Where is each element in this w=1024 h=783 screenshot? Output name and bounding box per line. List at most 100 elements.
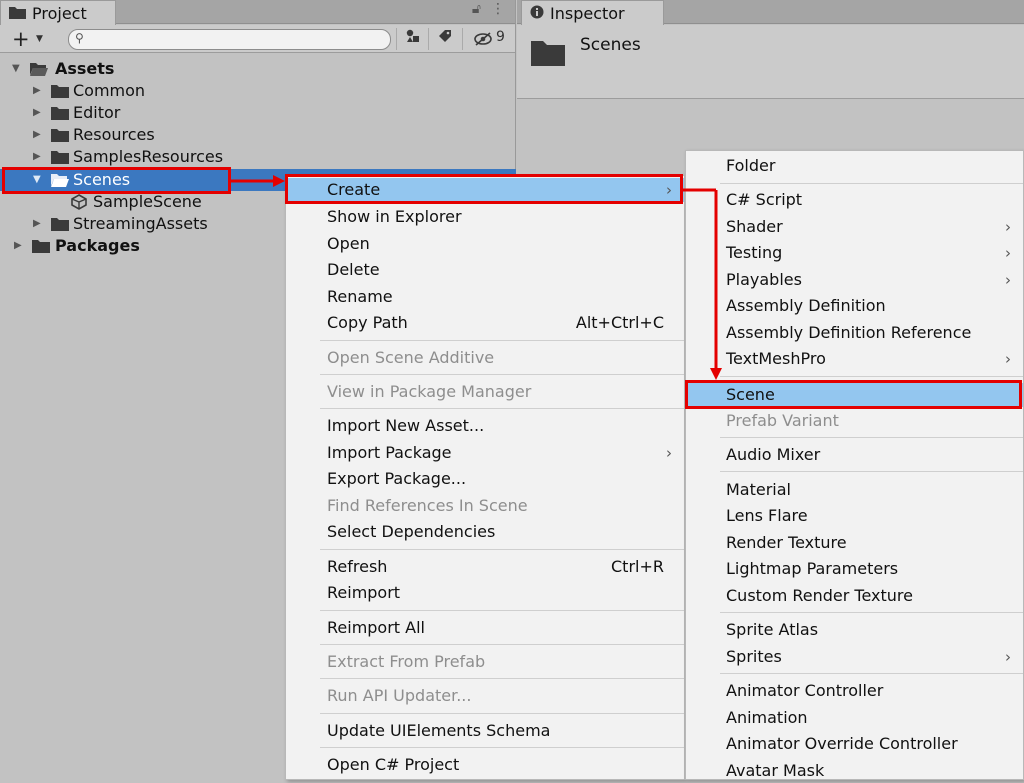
tree-item-resources[interactable]: ▶ Resources [0,124,516,146]
submenu-item-lightmap-parameters[interactable]: Lightmap Parameters [686,557,1023,581]
menu-item-select-dependencies[interactable]: Select Dependencies [286,520,684,544]
menu-item-label: Material [726,480,791,499]
folder-icon [51,128,69,142]
submenu-item-sprite-atlas[interactable]: Sprite Atlas [686,618,1023,642]
menu-item-label: Assembly Definition Reference [726,323,972,342]
chevron-down-icon[interactable]: ▼ [36,34,43,44]
submenu-item-csharp-script[interactable]: C# Script [686,188,1023,212]
menu-item-label: Run API Updater... [327,686,472,705]
expand-arrow-icon[interactable]: ▶ [33,102,41,124]
menu-item-label: C# Script [726,190,803,209]
menu-item-open-csharp-project[interactable]: Open C# Project [286,753,684,777]
menu-item-update-uielements-schema[interactable]: Update UIElements Schema [286,719,684,743]
tab-project[interactable]: Project [0,0,116,25]
menu-separator [320,374,684,375]
submenu-item-lens-flare[interactable]: Lens Flare [686,504,1023,528]
tag-icon [438,30,451,42]
tree-item-samplesresources[interactable]: ▶ SamplesResources [0,146,516,168]
menu-item-label: Export Package... [327,469,467,488]
menu-item-label: Import New Asset... [327,416,485,435]
more-options-icon[interactable]: ⋮ [491,1,505,17]
hidden-packages-toggle[interactable] [462,28,514,50]
tree-label: SamplesResources [73,147,224,166]
inspector-tab-bar: Inspector [517,0,1024,25]
menu-item-label: Animation [726,708,808,727]
add-asset-button[interactable]: + [12,27,30,51]
submenu-item-animator-override-controller[interactable]: Animator Override Controller [686,732,1023,756]
menu-item-copy-path[interactable]: Copy Path Alt+Ctrl+C [286,311,684,335]
submenu-item-shader[interactable]: Shader › [686,215,1023,239]
tree-label: Common [73,81,146,100]
expand-arrow-icon[interactable]: ▶ [14,235,22,257]
folder-icon [531,39,565,70]
create-submenu: Folder C# Script Shader › Testing › Play… [685,150,1024,780]
menu-item-shortcut: Alt+Ctrl+C [575,313,664,332]
menu-separator [320,713,684,714]
folder-icon [32,239,50,253]
menu-item-label: TextMeshPro [726,349,826,368]
annotation-box-scenes [2,167,231,194]
expand-arrow-icon[interactable]: ▶ [33,146,41,168]
tree-item-editor[interactable]: ▶ Editor [0,102,516,124]
menu-item-label: Folder [726,156,776,175]
menu-item-label: Update UIElements Schema [327,721,551,740]
menu-item-import-package[interactable]: Import Package › [286,441,684,465]
menu-item-export-package[interactable]: Export Package... [286,467,684,491]
search-by-label-button[interactable] [428,28,460,50]
menu-item-label: Lens Flare [726,506,808,525]
submenu-item-playables[interactable]: Playables › [686,268,1023,292]
submenu-item-render-texture[interactable]: Render Texture [686,531,1023,555]
lock-icon[interactable]: 🔓︎ [472,1,481,17]
menu-item-label: Prefab Variant [726,411,839,430]
tree-item-common[interactable]: ▶ Common [0,80,516,102]
submenu-item-assembly-definition-reference[interactable]: Assembly Definition Reference [686,321,1023,345]
submenu-item-avatar-mask[interactable]: Avatar Mask [686,759,1023,783]
submenu-item-animation[interactable]: Animation [686,706,1023,730]
tab-project-label: Project [32,3,87,23]
inspector-header: Scenes [517,25,1024,99]
project-tab-bar: Project 🔓︎ ⋮ [0,0,515,25]
tab-inspector[interactable]: Inspector [521,0,664,25]
submenu-item-custom-render-texture[interactable]: Custom Render Texture [686,584,1023,608]
submenu-item-animator-controller[interactable]: Animator Controller [686,679,1023,703]
expand-arrow-icon[interactable]: ▶ [33,80,41,102]
menu-item-label: Delete [327,260,380,279]
submenu-item-testing[interactable]: Testing › [686,241,1023,265]
search-by-type-button[interactable] [396,28,428,50]
menu-separator [320,644,684,645]
menu-item-import-new-asset[interactable]: Import New Asset... [286,414,684,438]
menu-separator [320,408,684,409]
menu-item-open[interactable]: Open [286,232,684,256]
submenu-item-folder[interactable]: Folder [686,154,1023,178]
submenu-item-material[interactable]: Material [686,478,1023,502]
tree-label: Editor [73,103,121,122]
menu-item-label: Reimport All [327,618,425,637]
menu-item-show-in-explorer[interactable]: Show in Explorer [286,205,684,229]
menu-item-delete[interactable]: Delete [286,258,684,282]
menu-separator [320,549,684,550]
menu-item-reimport-all[interactable]: Reimport All [286,616,684,640]
chevron-right-icon: › [1005,648,1011,666]
submenu-item-audio-mixer[interactable]: Audio Mixer [686,443,1023,467]
tree-item-assets[interactable]: ▼ Assets [0,58,516,80]
menu-item-shortcut: Ctrl+R [611,557,664,576]
menu-item-rename[interactable]: Rename [286,285,684,309]
expand-arrow-icon[interactable]: ▶ [33,213,41,235]
chevron-right-icon: › [1005,271,1011,289]
menu-item-label: Refresh [327,557,388,576]
submenu-item-prefab-variant: Prefab Variant [686,409,1023,433]
submenu-item-sprites[interactable]: Sprites › [686,645,1023,669]
expand-arrow-icon[interactable]: ▶ [33,124,41,146]
context-menu: Create › Show in Explorer Open Delete Re… [285,175,685,780]
menu-item-view-in-package-manager: View in Package Manager [286,380,684,404]
menu-item-label: Open Scene Additive [327,348,495,367]
menu-item-reimport[interactable]: Reimport [286,581,684,605]
submenu-item-assembly-definition[interactable]: Assembly Definition [686,294,1023,318]
menu-item-label: Open C# Project [327,755,460,774]
expand-arrow-icon[interactable]: ▼ [12,58,20,80]
menu-item-refresh[interactable]: Refresh Ctrl+R [286,555,684,579]
chevron-right-icon: › [666,444,672,462]
submenu-item-textmeshpro[interactable]: TextMeshPro › [686,347,1023,371]
menu-item-label: Select Dependencies [327,522,496,541]
search-input[interactable]: ⚲ [68,29,391,50]
